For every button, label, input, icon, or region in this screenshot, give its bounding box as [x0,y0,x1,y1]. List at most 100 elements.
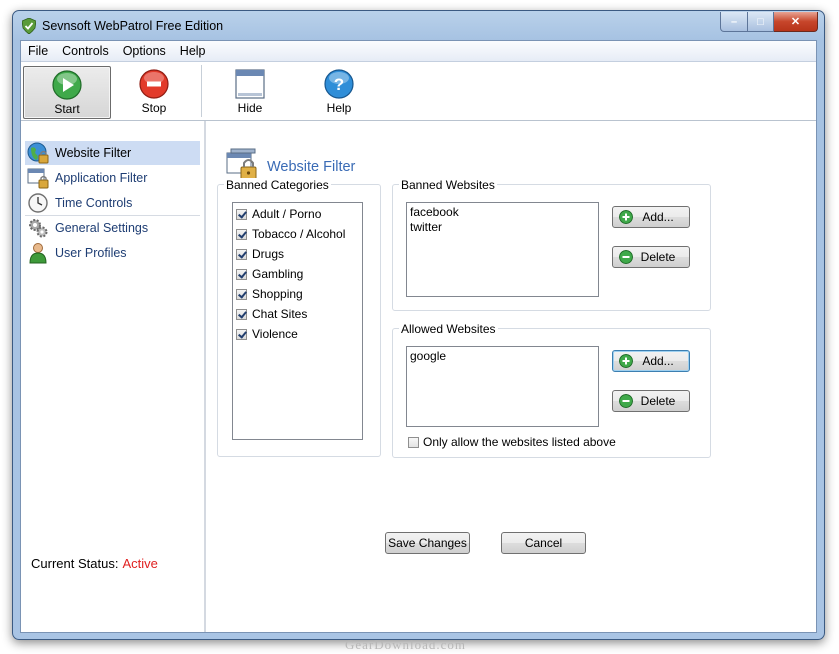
category-label: Chat Sites [252,307,308,321]
only-allow-label: Only allow the websites listed above [423,435,616,449]
title-bar[interactable]: Sevnsoft WebPatrol Free Edition – □ ✕ [13,11,824,41]
save-changes-button[interactable]: Save Changes [385,532,470,554]
play-icon [52,70,82,100]
menu-options[interactable]: Options [116,44,173,58]
sidebar-item-website-filter[interactable]: Website Filter [25,141,200,165]
window-icon [235,69,265,99]
watermark: GearDownload.com [345,637,467,652]
svg-text:?: ? [334,75,344,94]
list-item[interactable]: google [410,349,446,364]
add-allowed-website-button[interactable]: Add... [612,350,690,372]
menu-controls[interactable]: Controls [55,44,116,58]
category-item[interactable]: Tobacco / Alcohol [236,225,345,243]
sidebar-item-label: Website Filter [55,146,132,160]
cancel-button[interactable]: Cancel [501,532,586,554]
category-label: Gambling [252,267,304,281]
minus-icon [619,394,633,408]
sidebar: Website Filter Application Filter Time C… [21,121,206,632]
category-item[interactable]: Gambling [236,265,303,283]
stop-label: Stop [141,101,167,115]
main-panel: Website Filter Banned Categories Adult /… [207,121,816,632]
start-label: Start [54,102,80,116]
sidebar-item-label: Time Controls [55,196,133,210]
status-value: Active [122,556,158,571]
checkbox-checked[interactable] [236,328,247,340]
group-title: Banned Categories [224,178,331,192]
user-icon [29,243,47,264]
help-label: Help [326,101,352,115]
client-area: File Controls Options Help Start Stop Hi… [20,40,817,633]
category-item[interactable]: Violence [236,325,298,343]
banned-categories-group: Banned Categories Adult / Porno Tobacco … [217,178,381,457]
window-title: Sevnsoft WebPatrol Free Edition [42,19,224,33]
clock-icon [28,193,48,213]
page-title: Website Filter [267,159,356,175]
start-button[interactable]: Start [23,66,111,119]
category-label: Shopping [252,287,303,301]
sidebar-item-label: General Settings [55,221,149,235]
sidebar-item-application-filter[interactable]: Application Filter [25,166,200,190]
allowed-websites-list[interactable]: google [406,346,599,427]
window-controls: – □ ✕ [720,12,818,32]
category-label: Tobacco / Alcohol [252,227,346,241]
gears-icon [29,219,48,238]
help-button[interactable]: ? Help [296,66,382,117]
category-item[interactable]: Adult / Porno [236,205,321,223]
menu-file[interactable]: File [21,44,55,58]
sidebar-item-label: Application Filter [55,171,148,185]
hide-label: Hide [237,101,263,115]
sidebar-item-label: User Profiles [55,246,127,260]
category-item[interactable]: Shopping [236,285,303,303]
group-title: Banned Websites [399,178,497,192]
allowed-websites-group: Allowed Websites google Add... Delete On… [392,322,711,458]
maximize-button[interactable]: □ [748,12,774,32]
status-label: Current Status: [31,556,119,571]
shield-check-icon [22,18,36,34]
banned-categories-list[interactable]: Adult / Porno Tobacco / Alcohol Drugs Ga… [232,202,363,440]
menu-bar: File Controls Options Help [21,41,816,62]
add-banned-website-button[interactable]: Add... [612,206,690,228]
stop-button[interactable]: Stop [111,66,197,117]
close-button[interactable]: ✕ [774,12,818,32]
button-label: Add... [642,210,674,224]
app-window: Sevnsoft WebPatrol Free Edition – □ ✕ Fi… [12,10,825,640]
stop-icon [139,69,169,99]
checkbox-checked[interactable] [236,228,247,240]
menu-help[interactable]: Help [173,44,213,58]
group-title: Allowed Websites [399,322,498,336]
checkbox-checked[interactable] [236,268,247,280]
plus-icon [619,210,633,224]
sidebar-item-user-profiles[interactable]: User Profiles [25,241,200,265]
delete-allowed-website-button[interactable]: Delete [612,390,690,412]
checkbox-checked[interactable] [236,288,247,300]
toolbar-separator [201,65,202,117]
help-icon: ? [324,69,354,99]
category-label: Drugs [252,247,285,261]
globe-lock-icon [27,142,49,164]
checkbox-checked[interactable] [236,208,247,220]
button-label: Add... [642,354,674,368]
button-label: Delete [640,250,676,264]
banned-websites-list[interactable]: facebook twitter [406,202,599,297]
button-label: Delete [640,394,676,408]
only-allow-checkbox[interactable] [408,436,419,448]
checkbox-checked[interactable] [236,308,247,320]
sidebar-item-time-controls[interactable]: Time Controls [25,191,200,215]
category-item[interactable]: Chat Sites [236,305,307,323]
category-item[interactable]: Drugs [236,245,284,263]
banned-websites-group: Banned Websites facebook twitter Add... … [392,178,711,311]
only-allow-checkbox-row[interactable]: Only allow the websites listed above [408,435,616,449]
app-lock-icon [27,168,49,189]
minimize-button[interactable]: – [720,12,748,32]
current-status: Current Status: Active [31,556,158,571]
minus-icon [619,250,633,264]
hide-button[interactable]: Hide [207,66,293,117]
toolbar: Start Stop Hide ? Help [21,62,816,121]
list-item[interactable]: twitter [410,220,442,235]
category-label: Adult / Porno [252,207,322,221]
category-label: Violence [252,327,298,341]
delete-banned-website-button[interactable]: Delete [612,246,690,268]
checkbox-checked[interactable] [236,248,247,260]
list-item[interactable]: facebook [410,205,459,220]
sidebar-item-general-settings[interactable]: General Settings [25,216,200,240]
